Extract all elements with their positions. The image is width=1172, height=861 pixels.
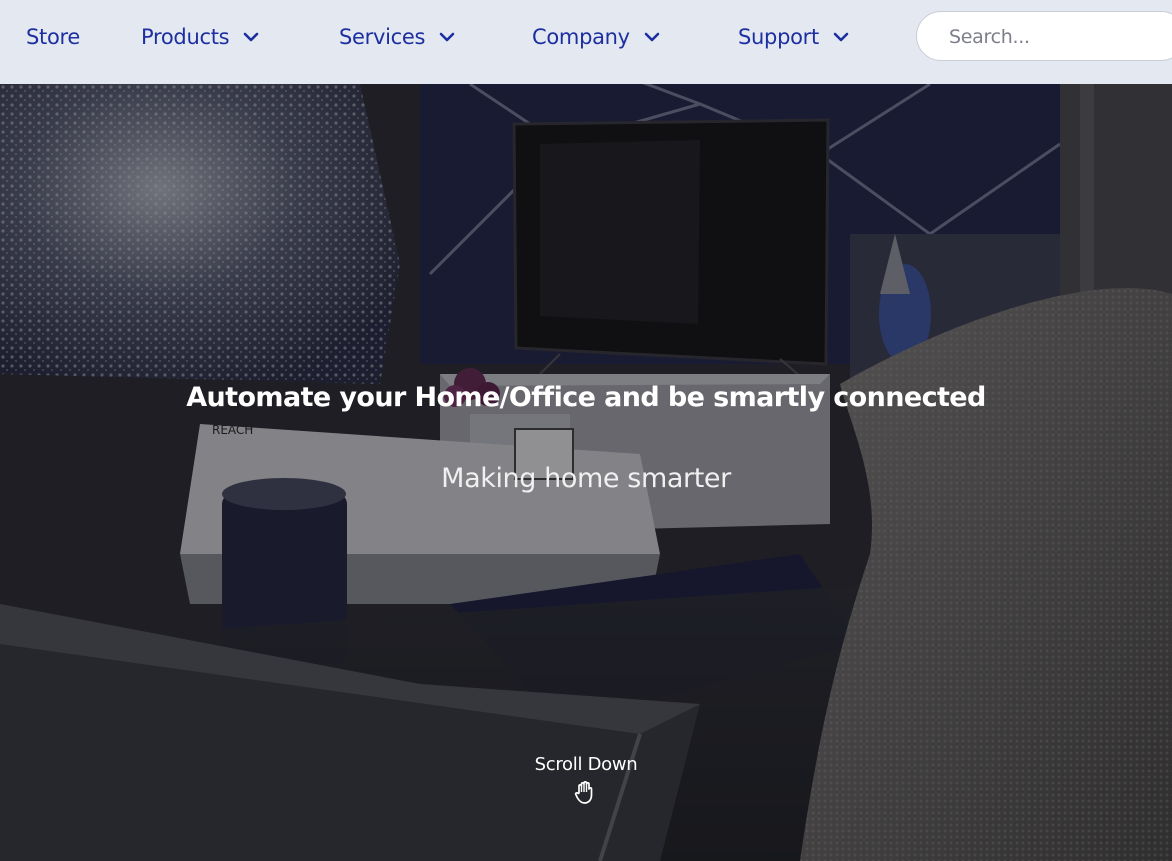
nav-products-label: Products — [141, 25, 230, 49]
chevron-down-icon — [833, 32, 849, 42]
nav-services-menu[interactable]: Services — [339, 22, 455, 52]
search-input[interactable] — [947, 12, 1171, 62]
chevron-down-icon — [243, 32, 259, 42]
nav-company-label: Company — [532, 25, 630, 49]
scroll-down-button[interactable]: Scroll Down — [486, 754, 686, 814]
nav-support-menu[interactable]: Support — [738, 22, 849, 52]
search-box — [916, 11, 1172, 62]
nav-store-link[interactable]: Store — [26, 22, 80, 52]
chevron-down-icon — [439, 32, 455, 42]
nav-products-menu[interactable]: Products — [141, 22, 259, 52]
scroll-down-label: Scroll Down — [534, 754, 638, 775]
top-navbar: Store Products Services Company Support — [0, 0, 1172, 84]
nav-company-menu[interactable]: Company — [532, 22, 660, 52]
hand-icon — [574, 781, 593, 804]
chevron-down-icon — [644, 32, 660, 42]
hero-title: Automate your Home/Office and be smartly… — [186, 382, 986, 414]
hero-section: REACH Automate your Home/Office and be s… — [0, 84, 1172, 861]
nav-services-label: Services — [339, 25, 426, 49]
nav-support-label: Support — [738, 25, 819, 49]
hero-subtitle: Making home smarter — [441, 463, 731, 494]
